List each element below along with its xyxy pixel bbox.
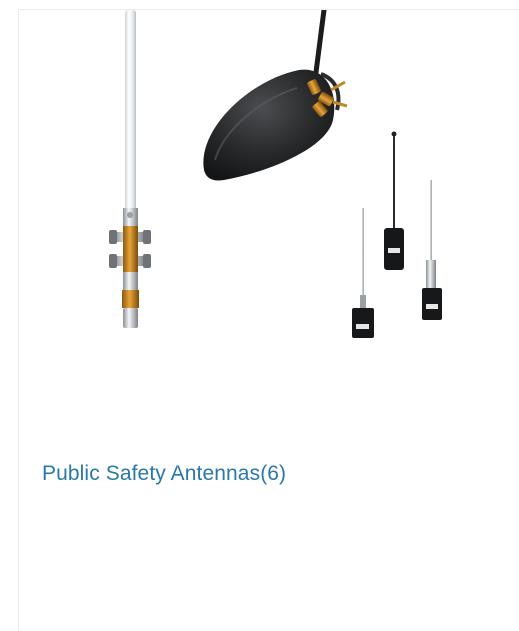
category-image-link[interactable] xyxy=(19,10,519,350)
category-name: Public Safety Antennas xyxy=(42,462,261,485)
page: Public Safety Antennas(6) xyxy=(0,0,519,631)
category-card[interactable]: Public Safety Antennas(6) xyxy=(18,9,519,631)
category-count: (6) xyxy=(260,462,287,485)
puck-antenna xyxy=(203,10,348,181)
antennas-product-image xyxy=(109,10,442,338)
whip-antennas xyxy=(352,131,442,338)
category-link[interactable]: Public Safety Antennas(6) xyxy=(42,462,286,486)
fiberglass-antenna xyxy=(109,10,151,328)
